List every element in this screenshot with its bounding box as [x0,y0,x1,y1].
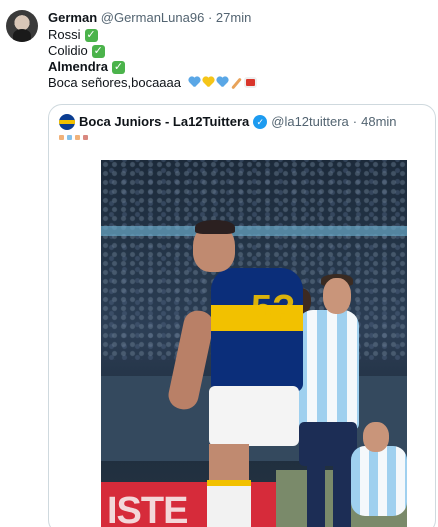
racing-player-head [323,278,351,314]
jersey-number: 5? [251,288,296,330]
racing-player-jersey [297,310,359,430]
kneeling-player-head [363,422,389,452]
tweet-header: German @GermanLuna96 · 27min [48,9,251,26]
stand-banner [101,226,407,236]
racing-player-shorts [299,422,357,466]
quoted-media-photo[interactable]: ISTE 5? [101,160,407,527]
emoji-icon [83,135,88,140]
ad-board-text: ISTE [107,490,188,527]
check-mark-icon: ✓ [84,28,98,42]
line-text: Colidio [48,43,88,58]
separator-dot: · [207,10,213,25]
boca-player-hair [195,220,235,234]
emoji-icon [59,135,64,140]
boca-player-shorts [209,386,299,446]
kneeling-player [351,446,407,516]
emoji-group [188,77,257,89]
baseball-bat-icon [230,77,242,89]
quoted-avatar[interactable] [59,113,75,130]
tweet-line-2: Colidio ✓ [48,43,257,59]
author-handle[interactable]: @GermanLuna96 [101,10,205,25]
separator-dot: · [352,114,358,129]
emoji-icon [75,135,80,140]
quoted-emoji-line [59,135,88,140]
racing-player-leg [307,464,325,527]
verified-badge-icon: ✓ [253,114,268,129]
quoted-author-handle[interactable]: @la12tuittera [271,113,349,130]
blue-heart-icon [188,77,200,88]
tweet-text: Rossi ✓ Colidio ✓ Almendra ✓ Boca señore… [48,27,257,91]
check-mark-icon: ✓ [111,60,125,74]
quoted-tweet[interactable]: Boca Juniors - La12Tuittera ✓ @la12tuitt… [48,104,436,527]
avatar[interactable] [6,10,38,42]
tweet[interactable]: German @GermanLuna96 · 27min Rossi ✓ Col… [0,0,438,527]
boca-player-sock [207,480,251,527]
check-mark-icon: ✓ [91,44,105,58]
tweet-line-4: Boca señores,bocaaaa [48,75,257,91]
drum-icon [243,77,257,88]
quoted-timestamp[interactable]: 48min [361,113,396,130]
emoji-icon [67,135,72,140]
blue-heart-icon [216,77,228,88]
quoted-tweet-header: Boca Juniors - La12Tuittera ✓ @la12tuitt… [59,113,397,130]
racing-player-leg [333,464,351,527]
author-name[interactable]: German [48,10,97,25]
line-text: Almendra [48,59,108,74]
tweet-line-3: Almendra ✓ [48,59,257,75]
tweet-line-1: Rossi ✓ [48,27,257,43]
line-text: Boca señores,bocaaaa [48,75,181,90]
line-text: Rossi [48,27,81,42]
quoted-author-name[interactable]: Boca Juniors - La12Tuittera [79,113,249,130]
yellow-heart-icon [202,77,214,88]
timestamp[interactable]: 27min [216,10,251,25]
